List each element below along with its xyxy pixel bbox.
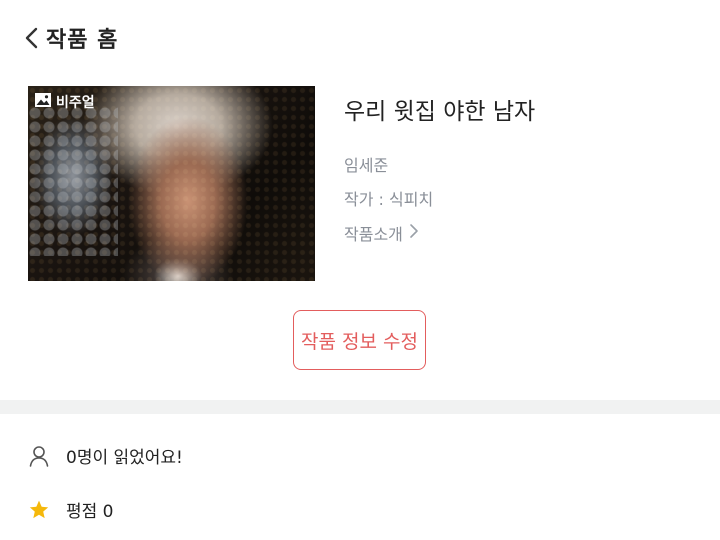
edit-work-info-button[interactable]: 작품 정보 수정 <box>293 310 426 370</box>
work-title: 우리 윗집 야한 남자 <box>344 99 536 125</box>
user-icon <box>28 445 50 467</box>
image-icon <box>34 92 56 112</box>
readers-count: 0명이 읽었어요! <box>66 448 183 468</box>
rating-value: 평점 0 <box>66 502 114 522</box>
chevron-right-icon <box>403 223 419 243</box>
work-intro-link[interactable]: 작품소개 <box>344 221 419 245</box>
visual-badge-label: 비주얼 <box>56 95 95 111</box>
back-button[interactable]: 작품 홈 <box>24 18 118 58</box>
rating-stat: 평점 0 <box>28 497 114 522</box>
readers-stat: 0명이 읽었어요! <box>28 443 183 468</box>
thumbnail-pattern <box>28 86 315 281</box>
star-icon <box>28 499 50 521</box>
visual-badge: 비주얼 <box>34 92 95 112</box>
section-divider <box>0 400 720 414</box>
work-author: 임세준 <box>344 156 389 175</box>
header: 작품 홈 <box>0 0 720 78</box>
back-label: 작품 홈 <box>46 28 119 53</box>
work-thumbnail[interactable]: 비주얼 <box>28 86 315 281</box>
work-intro-label: 작품소개 <box>344 225 403 244</box>
chevron-left-icon <box>24 26 40 50</box>
work-writer: 작가 : 식피치 <box>344 190 434 209</box>
